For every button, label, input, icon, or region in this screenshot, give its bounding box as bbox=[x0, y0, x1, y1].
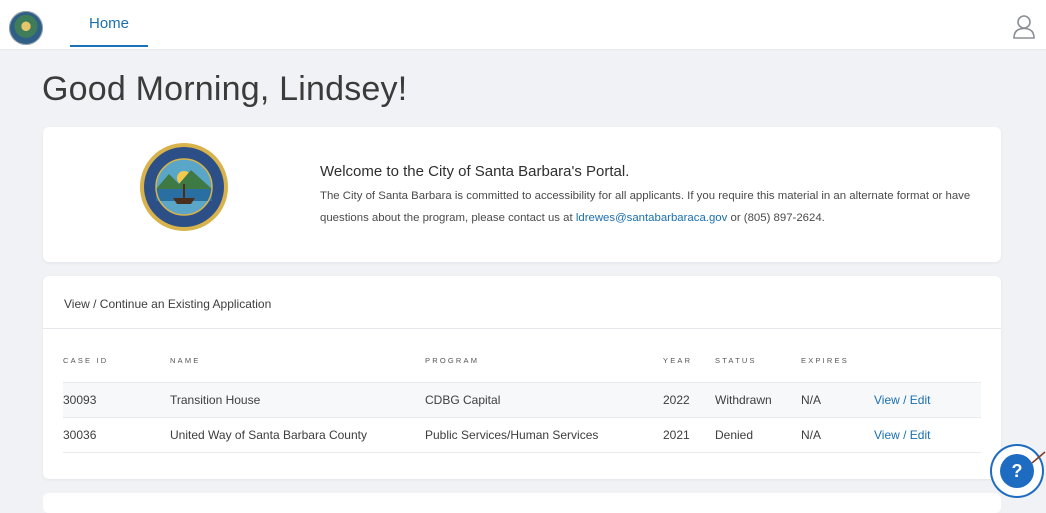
col-name: NAME bbox=[170, 356, 201, 365]
next-card bbox=[43, 493, 1001, 513]
cell-name: United Way of Santa Barbara County bbox=[170, 417, 425, 453]
help-icon: ? bbox=[1000, 454, 1034, 488]
cell-status: Withdrawn bbox=[715, 382, 801, 418]
applications-card: View / Continue an Existing Application … bbox=[43, 276, 1001, 479]
col-year: YEAR bbox=[663, 356, 693, 365]
col-expires: EXPIRES bbox=[801, 356, 849, 365]
cell-action: View / Edit bbox=[874, 417, 981, 453]
cell-year: 2021 bbox=[663, 417, 715, 453]
col-case-id: CASE ID bbox=[63, 356, 109, 365]
view-edit-link[interactable]: View / Edit bbox=[874, 393, 930, 407]
cell-status: Denied bbox=[715, 417, 801, 453]
cell-year: 2022 bbox=[663, 382, 715, 418]
cell-case-id: 30093 bbox=[63, 382, 170, 418]
user-icon[interactable] bbox=[1012, 13, 1036, 39]
page-greeting: Good Morning, Lindsey! bbox=[42, 70, 408, 108]
cell-case-id: 30036 bbox=[63, 417, 170, 453]
table-header-row: CASE ID NAME PROGRAM YEAR STATUS EXPIRES bbox=[63, 348, 981, 383]
city-logo-icon[interactable] bbox=[9, 11, 43, 45]
contact-email-link[interactable]: ldrewes@santabarbaraca.gov bbox=[576, 212, 728, 224]
city-seal-icon bbox=[140, 143, 228, 231]
col-program: PROGRAM bbox=[425, 356, 480, 365]
welcome-title: Welcome to the City of Santa Barbara's P… bbox=[320, 163, 630, 180]
cell-program: CDBG Capital bbox=[425, 382, 663, 418]
table-row: 30093 Transition House CDBG Capital 2022… bbox=[63, 382, 981, 418]
col-action bbox=[874, 348, 981, 383]
applications-title: View / Continue an Existing Application bbox=[43, 276, 1001, 329]
nav-home-link[interactable]: Home bbox=[70, 8, 148, 47]
welcome-text: The City of Santa Barbara is committed t… bbox=[320, 185, 980, 229]
welcome-card: Welcome to the City of Santa Barbara's P… bbox=[43, 127, 1001, 262]
cell-action: View / Edit bbox=[874, 382, 981, 418]
cell-expires: N/A bbox=[801, 417, 874, 453]
cell-name: Transition House bbox=[170, 382, 425, 418]
view-edit-link[interactable]: View / Edit bbox=[874, 428, 930, 442]
applications-table: CASE ID NAME PROGRAM YEAR STATUS EXPIRES… bbox=[63, 348, 981, 453]
col-status: STATUS bbox=[715, 356, 757, 365]
pointer-line-icon bbox=[1031, 451, 1046, 464]
top-navbar: Home bbox=[0, 8, 1046, 50]
cell-program: Public Services/Human Services bbox=[425, 417, 663, 453]
welcome-text-end: or (805) 897-2624. bbox=[727, 212, 825, 224]
table-row: 30036 United Way of Santa Barbara County… bbox=[63, 417, 981, 453]
cell-expires: N/A bbox=[801, 382, 874, 418]
top-strip bbox=[0, 0, 1046, 8]
